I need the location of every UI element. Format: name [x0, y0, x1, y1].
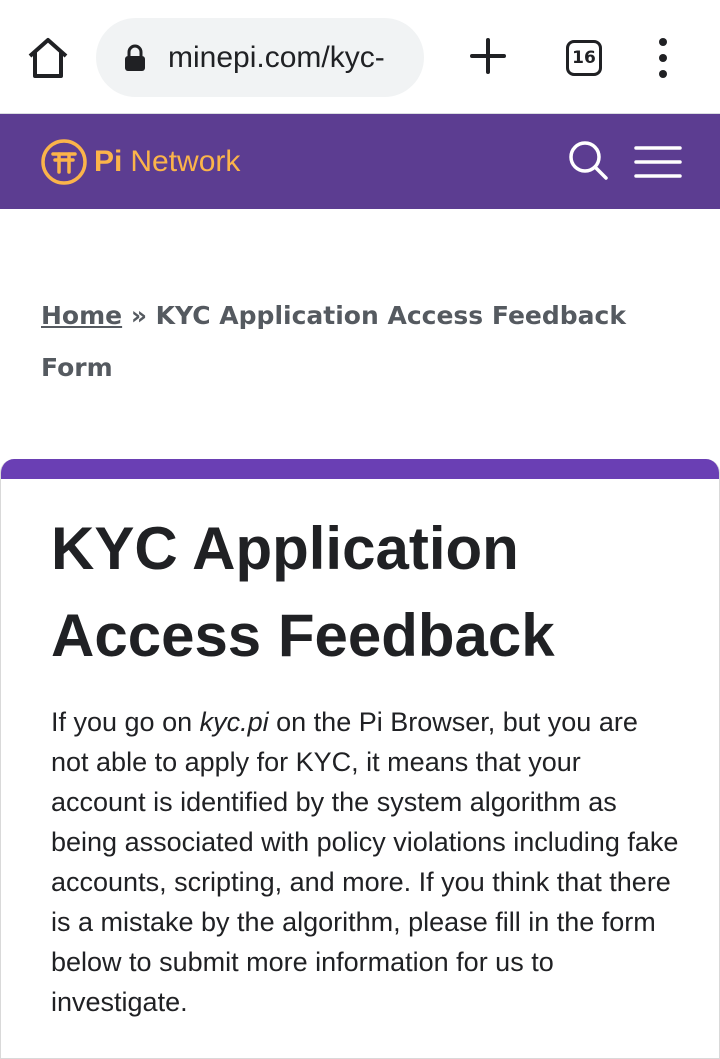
search-icon[interactable] [566, 138, 610, 182]
address-bar[interactable]: minepi.com/kyc- [96, 18, 424, 97]
pi-network-logo[interactable]: Pi Network [40, 138, 240, 186]
breadcrumb-home-link[interactable]: Home [41, 301, 122, 330]
new-tab-icon[interactable] [466, 34, 510, 78]
breadcrumb-separator: » [122, 301, 156, 330]
logo-pi-text: Pi [94, 145, 123, 178]
hamburger-menu-icon[interactable] [634, 144, 682, 180]
content-card: KYC Application Access Feedback If you g… [0, 459, 720, 1059]
more-options-icon[interactable] [648, 36, 678, 80]
pi-logo-icon [41, 139, 87, 185]
home-icon[interactable] [24, 34, 72, 82]
breadcrumb: Home » KYC Application Access Feedback F… [41, 290, 681, 394]
lock-icon [124, 44, 146, 72]
page-title: KYC Application Access Feedback [51, 515, 555, 669]
tab-switcher-button[interactable]: 16 [566, 40, 602, 76]
url-text: minepi.com/kyc- [168, 41, 385, 74]
intro-text-before: If you go on [51, 707, 200, 737]
intro-paragraph: If you go on kyc.pi on the Pi Browser, b… [51, 702, 681, 1022]
tab-count: 16 [572, 48, 596, 68]
intro-emphasis: kyc.pi [199, 707, 269, 737]
site-header: Pi Network [0, 114, 720, 209]
intro-text-after: on the Pi Browser, but you are not able … [51, 707, 679, 1017]
browser-toolbar: minepi.com/kyc- 16 [0, 0, 720, 114]
logo-network-text: Network [130, 145, 241, 178]
card-accent-bar [1, 459, 719, 479]
